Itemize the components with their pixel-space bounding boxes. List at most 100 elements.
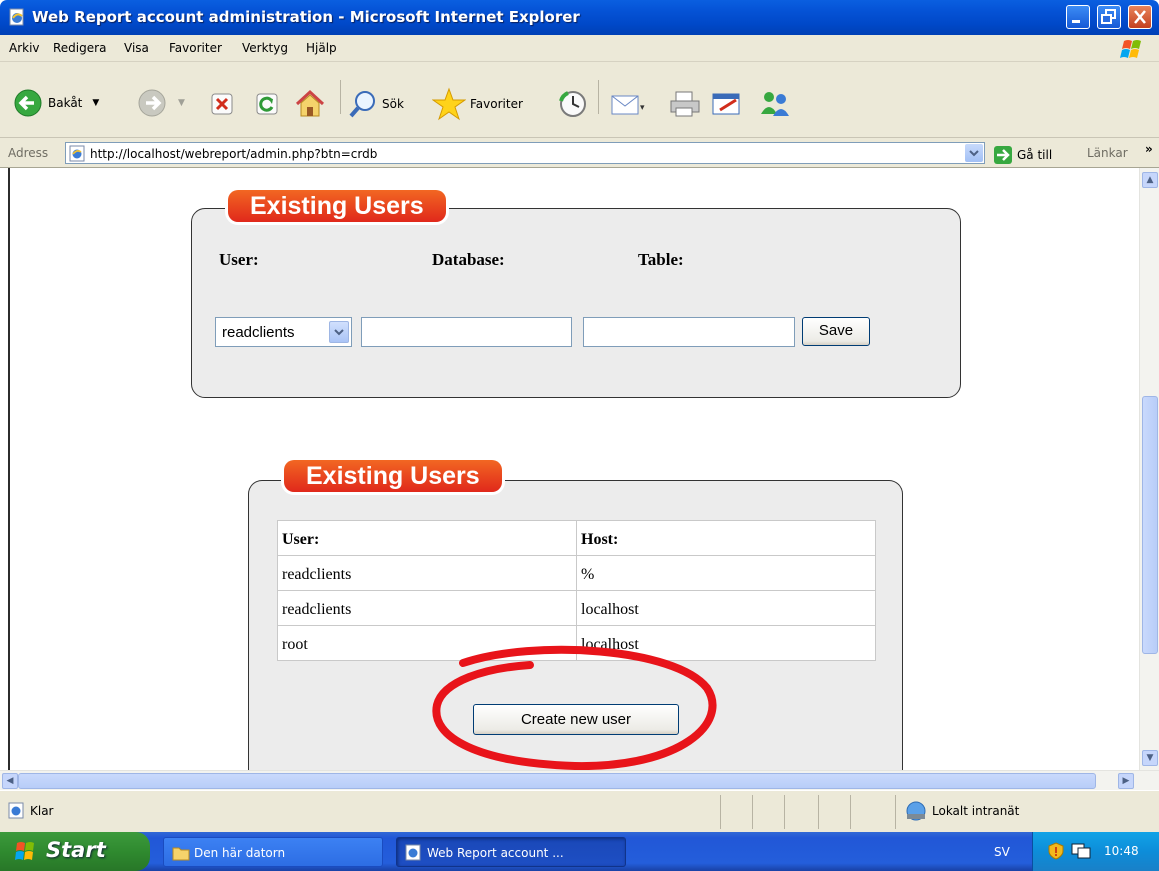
red-circle-annotation bbox=[432, 645, 717, 770]
status-divider bbox=[752, 795, 753, 829]
go-label: Gå till bbox=[1017, 148, 1053, 162]
links-button[interactable]: Länkar bbox=[1087, 146, 1128, 160]
windows-flag-icon bbox=[15, 842, 34, 860]
clock: 10:48 bbox=[1104, 844, 1139, 858]
toolbar-separator bbox=[340, 80, 341, 114]
user-cell: readclients bbox=[277, 590, 577, 626]
scroll-up-button[interactable]: ▲ bbox=[1142, 172, 1158, 188]
close-window-button[interactable] bbox=[1128, 5, 1152, 29]
forward-button[interactable]: ▼ bbox=[136, 87, 185, 119]
menu-visa[interactable]: Visa bbox=[124, 41, 149, 55]
star-icon bbox=[432, 87, 466, 121]
windows-logo-icon bbox=[1120, 40, 1141, 58]
search-label: Sök bbox=[382, 97, 404, 111]
existing-users-legend-2: Existing Users bbox=[284, 460, 502, 492]
database-field-label: Database: bbox=[432, 250, 505, 269]
table-header-row: User: Host: bbox=[277, 520, 876, 556]
system-tray: 10:48 bbox=[1032, 832, 1159, 871]
menu-arkiv[interactable]: Arkiv bbox=[9, 41, 40, 55]
address-label: Adress bbox=[8, 146, 49, 160]
back-button[interactable]: Bakåt ▼ bbox=[12, 87, 99, 119]
minimize-icon bbox=[1072, 20, 1080, 23]
forward-dropdown-icon[interactable]: ▼ bbox=[178, 98, 185, 108]
address-url: http://localhost/webreport/admin.php?btn… bbox=[90, 147, 378, 161]
host-column-header: Host: bbox=[576, 520, 876, 556]
user-select-value: readclients bbox=[222, 324, 295, 341]
vertical-scrollbar[interactable]: ▲ ▼ bbox=[1139, 168, 1159, 770]
save-button[interactable]: Save bbox=[802, 317, 870, 346]
edit-icon[interactable] bbox=[710, 90, 744, 118]
close-icon bbox=[1134, 10, 1146, 24]
status-text: Klar bbox=[30, 804, 54, 818]
restore-icon bbox=[1101, 9, 1116, 24]
messenger-icon[interactable] bbox=[757, 88, 793, 118]
status-page-icon bbox=[8, 802, 24, 819]
go-arrow-icon bbox=[994, 146, 1012, 164]
user-select-dropdown-button[interactable] bbox=[329, 321, 349, 343]
menu-hjalp[interactable]: Hjälp bbox=[306, 41, 337, 55]
status-divider bbox=[850, 795, 851, 829]
address-field[interactable]: http://localhost/webreport/admin.php?btn… bbox=[65, 142, 985, 164]
menu-bar: Arkiv Redigera Visa Favoriter Verktyg Hj… bbox=[0, 35, 1159, 62]
intranet-zone-icon bbox=[906, 801, 926, 821]
chevron-down-icon bbox=[334, 329, 344, 336]
users-table: User: Host: readclients % readclients lo… bbox=[277, 520, 876, 661]
ie-icon bbox=[405, 844, 421, 861]
back-dropdown-icon[interactable]: ▼ bbox=[92, 98, 99, 108]
status-divider bbox=[895, 795, 896, 829]
security-shield-icon[interactable] bbox=[1047, 842, 1065, 860]
window-title-bar[interactable]: Web Report account administration - Micr… bbox=[0, 0, 1159, 35]
taskbar-item-my-computer[interactable]: Den här datorn bbox=[163, 837, 383, 867]
svg-text:▾: ▾ bbox=[640, 103, 645, 113]
host-cell: % bbox=[576, 555, 876, 591]
mail-icon[interactable]: ▾ bbox=[610, 90, 646, 118]
table-row: readclients localhost bbox=[277, 590, 876, 626]
minimize-button[interactable] bbox=[1066, 5, 1090, 29]
ie-page-icon bbox=[9, 8, 24, 26]
user-cell: readclients bbox=[277, 555, 577, 591]
go-button[interactable]: Gå till bbox=[993, 145, 1052, 165]
history-icon[interactable] bbox=[558, 89, 588, 119]
scroll-left-button[interactable]: ◀ bbox=[2, 773, 18, 789]
status-divider bbox=[818, 795, 819, 829]
table-input[interactable] bbox=[583, 317, 795, 347]
address-dropdown-button[interactable] bbox=[965, 144, 983, 162]
database-input[interactable] bbox=[361, 317, 572, 347]
window-title: Web Report account administration - Micr… bbox=[32, 8, 580, 26]
page-content: User: Database: Table: readclients Save … bbox=[0, 168, 1159, 770]
user-select[interactable]: readclients bbox=[215, 317, 352, 347]
network-icon[interactable] bbox=[1071, 842, 1091, 860]
taskbar-item-label: Den här datorn bbox=[194, 846, 286, 860]
host-cell: localhost bbox=[576, 590, 876, 626]
chevron-more-icon[interactable]: » bbox=[1145, 142, 1153, 156]
restore-button[interactable] bbox=[1097, 5, 1121, 29]
page-left-border bbox=[8, 168, 10, 770]
menu-verktyg[interactable]: Verktyg bbox=[242, 41, 288, 55]
menu-redigera[interactable]: Redigera bbox=[53, 41, 106, 55]
horizontal-scroll-thumb[interactable] bbox=[18, 773, 1096, 789]
user-field-label: User: bbox=[219, 250, 259, 269]
scroll-right-button[interactable]: ▶ bbox=[1118, 773, 1134, 789]
user-column-header: User: bbox=[277, 520, 577, 556]
back-label: Bakåt bbox=[48, 96, 83, 110]
scroll-down-button[interactable]: ▼ bbox=[1142, 750, 1158, 766]
favorites-button[interactable]: Favoriter bbox=[432, 87, 523, 121]
stop-icon[interactable] bbox=[210, 92, 234, 116]
page-icon bbox=[69, 145, 85, 162]
start-button[interactable]: Start bbox=[0, 832, 150, 871]
status-divider bbox=[720, 795, 721, 829]
language-indicator[interactable]: SV bbox=[994, 845, 1010, 859]
chevron-down-icon bbox=[969, 150, 979, 157]
back-arrow-icon bbox=[14, 89, 42, 117]
vertical-scroll-thumb[interactable] bbox=[1142, 396, 1158, 654]
start-label: Start bbox=[46, 838, 106, 862]
horizontal-scrollbar[interactable]: ◀ ▶ bbox=[0, 770, 1159, 790]
print-icon[interactable] bbox=[668, 90, 702, 118]
status-divider bbox=[784, 795, 785, 829]
taskbar-item-web-report[interactable]: Web Report account ... bbox=[396, 837, 626, 867]
forward-arrow-icon bbox=[138, 89, 166, 117]
home-icon[interactable] bbox=[293, 88, 327, 120]
menu-favoriter[interactable]: Favoriter bbox=[169, 41, 222, 55]
refresh-icon[interactable] bbox=[255, 92, 279, 116]
search-button[interactable]: Sök bbox=[348, 89, 404, 119]
